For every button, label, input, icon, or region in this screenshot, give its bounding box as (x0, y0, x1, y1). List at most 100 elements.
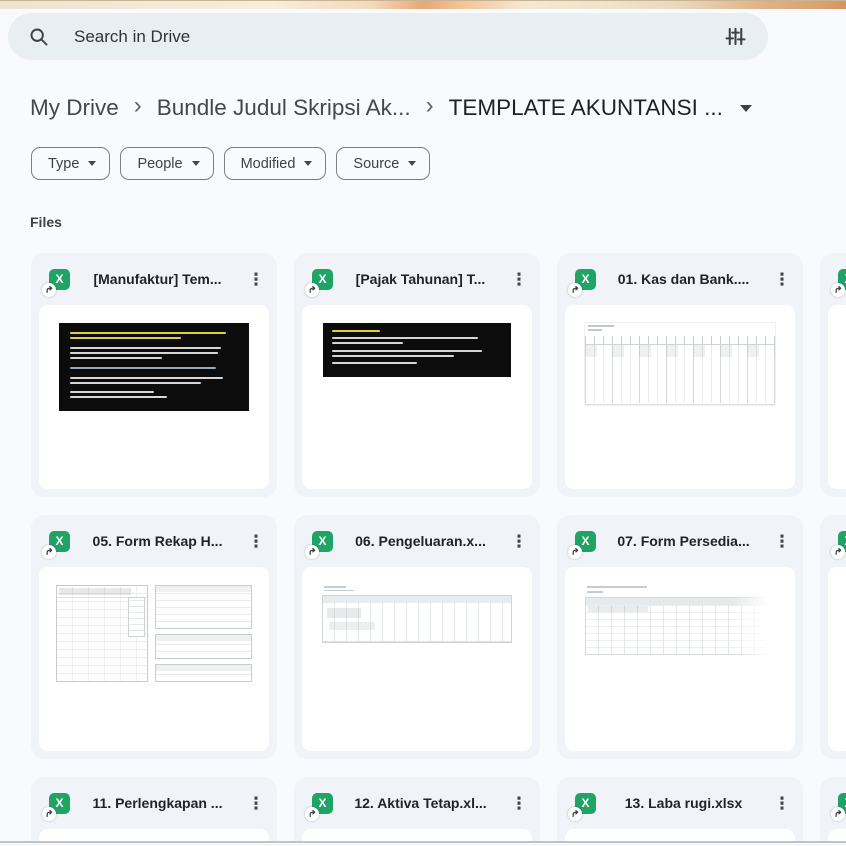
desktop-wallpaper-strip (0, 0, 846, 9)
filter-chip-source[interactable]: Source (336, 147, 431, 180)
more-options-icon[interactable]: ⋮ (771, 795, 793, 812)
file-title: 11. Perlengkapan ... (92, 795, 223, 811)
drive-app-window: My Drive › Bundle Judul Skripsi Ak... › … (0, 0, 846, 846)
thumbnail-image (585, 585, 775, 657)
file-preview-thumbnail (302, 305, 532, 489)
search-filters-tune-icon[interactable] (720, 22, 750, 52)
shortcut-arrow-icon (305, 544, 319, 559)
thumbnail-image (59, 323, 249, 411)
more-options-icon[interactable]: ⋮ (245, 533, 267, 550)
shortcut-arrow-icon (568, 806, 582, 821)
shortcut-arrow-icon (305, 806, 319, 821)
shortcut-arrow-icon (831, 806, 845, 821)
file-card[interactable]: X 01. Kas dan Bank.... ⋮ (557, 253, 803, 497)
excel-spreadsheet-icon: X (42, 268, 70, 297)
chip-label: Modified (240, 155, 296, 172)
more-options-icon[interactable]: ⋮ (771, 533, 793, 550)
file-card[interactable]: X 05. Form Rekap H... ⋮ (31, 515, 277, 759)
excel-x-letter: X (318, 796, 327, 810)
excel-spreadsheet-icon: X (42, 792, 70, 821)
file-title: 13. Laba rugi.xlsx (624, 795, 743, 811)
excel-spreadsheet-icon: X (568, 530, 596, 559)
excel-spreadsheet-icon: X (305, 530, 333, 559)
file-card-header: X [Manufaktur] Tem... ⋮ (31, 253, 277, 305)
file-card-header: X ⋮ (820, 253, 846, 305)
filter-chip-people[interactable]: People (120, 147, 214, 180)
file-preview-thumbnail (39, 305, 269, 489)
breadcrumb-parent-folder[interactable]: Bundle Judul Skripsi Ak... (157, 95, 411, 121)
file-title: 12. Aktiva Tetap.xl... (354, 795, 487, 811)
file-preview-thumbnail (565, 567, 795, 751)
file-card[interactable]: X 13. Laba rugi.xlsx ⋮ (557, 777, 803, 846)
thumbnail-image (322, 585, 512, 643)
file-title: [Pajak Tahunan] T... (355, 271, 486, 287)
file-preview-thumbnail (828, 567, 846, 751)
more-options-icon[interactable]: ⋮ (245, 271, 267, 288)
excel-x-letter: X (55, 796, 64, 810)
thumbnail-image (323, 323, 511, 377)
more-options-icon[interactable]: ⋮ (508, 533, 530, 550)
chevron-down-icon (408, 161, 417, 166)
file-title: [Manufaktur] Tem... (93, 271, 222, 287)
search-input[interactable] (72, 25, 720, 48)
file-card[interactable]: X 11. Perlengkapan ... ⋮ (31, 777, 277, 846)
excel-spreadsheet-icon: X (305, 792, 333, 821)
file-card-header: X 06. Pengeluaran.x... ⋮ (294, 515, 540, 567)
chip-label: Type (48, 155, 80, 172)
chevron-right-icon: › (425, 92, 434, 119)
chevron-right-icon: › (133, 92, 142, 119)
filter-chip-type[interactable]: Type (31, 147, 111, 180)
file-card[interactable]: X 07. Form Persedia... ⋮ (557, 515, 803, 759)
breadcrumb-current-folder[interactable]: TEMPLATE AKUNTANSI ... (449, 95, 723, 121)
file-preview-thumbnail (39, 567, 269, 751)
shortcut-arrow-icon (42, 282, 56, 297)
excel-x-letter: X (581, 796, 590, 810)
filter-chip-row: Type People Modified Source (31, 147, 431, 180)
file-card-header: X 05. Form Rekap H... ⋮ (31, 515, 277, 567)
breadcrumb-my-drive[interactable]: My Drive (30, 95, 119, 121)
shortcut-arrow-icon (305, 282, 319, 297)
chip-label: Source (353, 155, 400, 172)
file-card-header: X 12. Aktiva Tetap.xl... ⋮ (294, 777, 540, 829)
shortcut-arrow-icon (42, 806, 56, 821)
search-bar[interactable] (8, 13, 768, 60)
more-options-icon[interactable]: ⋮ (245, 795, 267, 812)
file-preview-thumbnail (565, 305, 795, 489)
shortcut-arrow-icon (42, 544, 56, 559)
file-card-header: X 07. Form Persedia... ⋮ (557, 515, 803, 567)
excel-spreadsheet-icon: X (831, 268, 846, 297)
chevron-down-icon (191, 161, 200, 166)
file-card[interactable]: X 06. Pengeluaran.x... ⋮ (294, 515, 540, 759)
file-preview-thumbnail (302, 567, 532, 751)
excel-x-letter: X (581, 272, 590, 286)
file-card[interactable]: X ⋮ (820, 777, 846, 846)
shortcut-arrow-icon (568, 544, 582, 559)
file-card[interactable]: X ⋮ (820, 253, 846, 497)
file-title: 05. Form Rekap H... (92, 533, 223, 549)
excel-spreadsheet-icon: X (305, 268, 333, 297)
file-card-header: X [Pajak Tahunan] T... ⋮ (294, 253, 540, 305)
more-options-icon[interactable]: ⋮ (508, 271, 530, 288)
chip-label: People (137, 155, 183, 172)
file-title: 07. Form Persedia... (617, 533, 750, 549)
file-card[interactable]: X [Manufaktur] Tem... ⋮ (31, 253, 277, 497)
thumbnail-image (56, 585, 252, 682)
thumbnail-image (585, 323, 775, 405)
excel-spreadsheet-icon: X (568, 268, 596, 297)
filter-chip-modified[interactable]: Modified (223, 147, 327, 180)
shortcut-arrow-icon (831, 282, 845, 297)
chevron-down-icon (88, 161, 97, 166)
excel-x-letter: X (318, 534, 327, 548)
folder-dropdown-caret-icon[interactable] (739, 104, 752, 112)
search-icon (28, 26, 50, 48)
file-card-header: X ⋮ (820, 515, 846, 567)
shortcut-arrow-icon (831, 544, 845, 559)
excel-x-letter: X (581, 534, 590, 548)
file-preview-thumbnail (828, 305, 846, 489)
more-options-icon[interactable]: ⋮ (508, 795, 530, 812)
file-card[interactable]: X [Pajak Tahunan] T... ⋮ (294, 253, 540, 497)
more-options-icon[interactable]: ⋮ (771, 271, 793, 288)
file-card-header: X 11. Perlengkapan ... ⋮ (31, 777, 277, 829)
file-card[interactable]: X ⋮ (820, 515, 846, 759)
file-card[interactable]: X 12. Aktiva Tetap.xl... ⋮ (294, 777, 540, 846)
